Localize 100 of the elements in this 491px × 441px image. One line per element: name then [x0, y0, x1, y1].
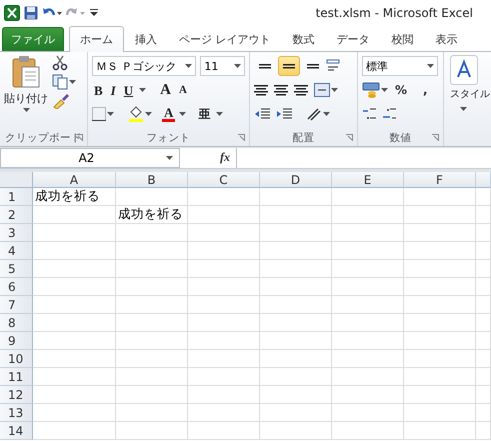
table-cell[interactable] — [33, 422, 116, 440]
row-header[interactable]: 2 — [0, 206, 33, 224]
name-box[interactable]: A2 — [0, 148, 180, 168]
number-format-dropdown[interactable]: 標準 — [362, 56, 438, 76]
row-header[interactable]: 13 — [0, 404, 33, 422]
table-cell[interactable] — [260, 242, 332, 260]
row-header[interactable]: 1 — [0, 188, 33, 206]
row-header[interactable]: 10 — [0, 350, 33, 368]
table-cell[interactable] — [404, 332, 476, 350]
ribbon-tab[interactable]: 数式 — [282, 26, 326, 51]
save-icon[interactable] — [24, 6, 38, 20]
ribbon-tab[interactable]: データ — [326, 26, 380, 51]
table-cell[interactable] — [476, 224, 491, 242]
customize-menu-icon[interactable] — [90, 8, 99, 18]
table-cell[interactable] — [188, 404, 260, 422]
formula-input-field[interactable] — [237, 148, 491, 168]
table-cell[interactable] — [476, 332, 491, 350]
table-cell[interactable] — [404, 242, 476, 260]
ribbon-tab[interactable]: 表示 — [424, 26, 468, 51]
table-cell[interactable] — [476, 386, 491, 404]
table-cell[interactable] — [260, 206, 332, 224]
dialog-launcher-icon[interactable] — [432, 134, 439, 141]
table-cell[interactable] — [260, 224, 332, 242]
ribbon-tab[interactable]: 校閲 — [380, 26, 424, 51]
orientation-button[interactable] — [306, 107, 330, 121]
row-header[interactable]: 14 — [0, 422, 33, 440]
table-cell[interactable] — [188, 350, 260, 368]
table-cell[interactable] — [332, 350, 404, 368]
table-cell[interactable] — [188, 314, 260, 332]
table-cell[interactable] — [116, 278, 188, 296]
table-cell[interactable] — [188, 242, 260, 260]
table-cell[interactable] — [404, 386, 476, 404]
table-cell[interactable] — [260, 368, 332, 386]
font-name-dropdown[interactable]: ＭＳ Ｐゴシック — [92, 56, 196, 76]
table-cell[interactable] — [116, 260, 188, 278]
table-cell[interactable] — [332, 206, 404, 224]
table-cell[interactable] — [188, 206, 260, 224]
row-header[interactable]: 6 — [0, 278, 33, 296]
select-all-corner[interactable] — [0, 172, 33, 188]
table-cell[interactable] — [476, 188, 491, 206]
increase-indent-button[interactable] — [276, 108, 292, 120]
table-cell[interactable] — [404, 350, 476, 368]
align-right-button[interactable] — [294, 84, 308, 96]
font-color-button[interactable]: A — [162, 106, 176, 122]
table-cell[interactable] — [476, 242, 491, 260]
row-header[interactable]: 7 — [0, 296, 33, 314]
decrease-decimal-button[interactable] — [382, 107, 398, 121]
vertical-align-button[interactable] — [278, 56, 300, 76]
table-cell[interactable] — [33, 260, 116, 278]
fill-color-button[interactable] — [128, 106, 152, 122]
table-cell[interactable] — [33, 314, 116, 332]
table-cell[interactable] — [116, 350, 188, 368]
table-cell[interactable] — [332, 242, 404, 260]
increase-decimal-button[interactable] — [362, 107, 378, 121]
table-cell[interactable] — [332, 224, 404, 242]
table-cell[interactable] — [332, 386, 404, 404]
table-cell[interactable] — [33, 350, 116, 368]
table-cell[interactable] — [33, 386, 116, 404]
styles-button[interactable]: スタイル — [448, 55, 491, 114]
ribbon-tab[interactable]: ファイル — [2, 27, 64, 51]
dialog-launcher-icon[interactable] — [346, 134, 353, 141]
table-cell[interactable] — [476, 278, 491, 296]
table-cell[interactable] — [260, 314, 332, 332]
table-cell[interactable] — [188, 296, 260, 314]
table-cell[interactable] — [33, 404, 116, 422]
bold-button[interactable]: B — [92, 84, 105, 96]
paste-button[interactable]: 貼り付け — [4, 55, 48, 130]
table-cell[interactable] — [476, 350, 491, 368]
merge-button[interactable] — [314, 83, 338, 97]
table-cell[interactable] — [33, 368, 116, 386]
comma-button[interactable]: , — [420, 83, 431, 97]
table-cell[interactable]: 成功を祈る — [33, 188, 116, 206]
dialog-launcher-icon[interactable] — [238, 134, 245, 141]
row-header[interactable]: 5 — [0, 260, 33, 278]
table-cell[interactable] — [116, 296, 188, 314]
dialog-launcher-icon[interactable] — [76, 134, 83, 141]
table-cell[interactable] — [116, 368, 188, 386]
column-header[interactable] — [476, 172, 491, 188]
table-cell[interactable] — [116, 404, 188, 422]
table-cell[interactable] — [116, 332, 188, 350]
wrap-text-button[interactable] — [326, 59, 342, 73]
table-cell[interactable] — [476, 314, 491, 332]
table-cell[interactable] — [476, 260, 491, 278]
table-cell[interactable] — [188, 386, 260, 404]
column-header[interactable]: F — [404, 172, 476, 188]
table-cell[interactable] — [476, 422, 491, 440]
table-cell[interactable] — [260, 296, 332, 314]
table-cell[interactable] — [33, 242, 116, 260]
grow-font-button[interactable]: A — [158, 82, 173, 98]
table-cell[interactable] — [332, 404, 404, 422]
table-cell[interactable] — [476, 404, 491, 422]
row-header[interactable]: 9 — [0, 332, 33, 350]
copy-button[interactable] — [52, 74, 76, 90]
row-header[interactable]: 4 — [0, 242, 33, 260]
table-cell[interactable] — [404, 206, 476, 224]
table-cell[interactable] — [260, 386, 332, 404]
table-cell[interactable] — [332, 296, 404, 314]
row-header[interactable]: 3 — [0, 224, 33, 242]
table-cell[interactable] — [332, 368, 404, 386]
borders-button[interactable] — [92, 107, 114, 121]
